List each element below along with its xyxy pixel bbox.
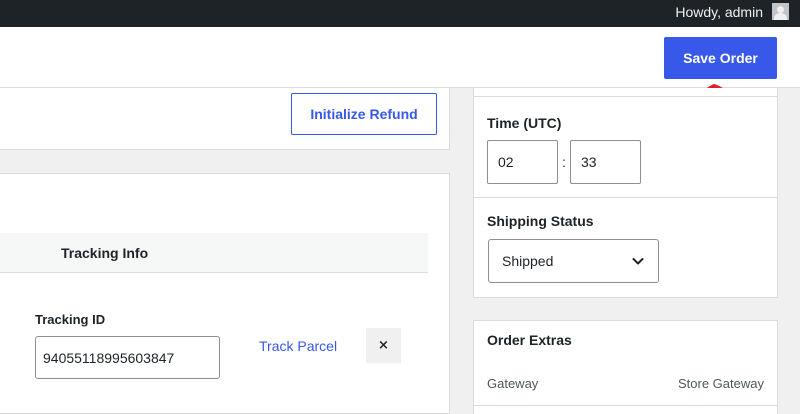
time-separator: : (562, 154, 566, 170)
order-extras-title: Order Extras (487, 332, 572, 348)
shipping-status-value: Shipped (502, 253, 554, 269)
panel-divider (473, 405, 778, 406)
gateway-value: Store Gateway (678, 376, 764, 391)
chevron-down-icon (632, 258, 644, 265)
shipping-status-select[interactable]: Shipped (488, 239, 659, 283)
tracking-id-label: Tracking ID (35, 312, 106, 327)
admin-bar: Howdy, admin (0, 0, 800, 27)
howdy-greeting[interactable]: Howdy, admin (675, 4, 763, 20)
track-parcel-link[interactable]: Track Parcel (259, 338, 337, 354)
panel-divider (473, 96, 778, 97)
time-utc-label: Time (UTC) (487, 115, 562, 131)
initialize-refund-button[interactable]: Initialize Refund (291, 93, 437, 135)
tracking-id-input[interactable] (35, 336, 220, 379)
shipping-status-label: Shipping Status (487, 213, 594, 229)
user-avatar-icon[interactable] (772, 3, 789, 20)
tracking-info-title: Tracking Info (61, 245, 149, 261)
save-order-button[interactable]: Save Order (664, 37, 777, 79)
close-icon[interactable]: × (366, 328, 401, 363)
minute-input[interactable] (570, 140, 641, 184)
panel-divider (473, 197, 778, 198)
gateway-label: Gateway (487, 376, 539, 391)
hour-input[interactable] (487, 140, 558, 184)
